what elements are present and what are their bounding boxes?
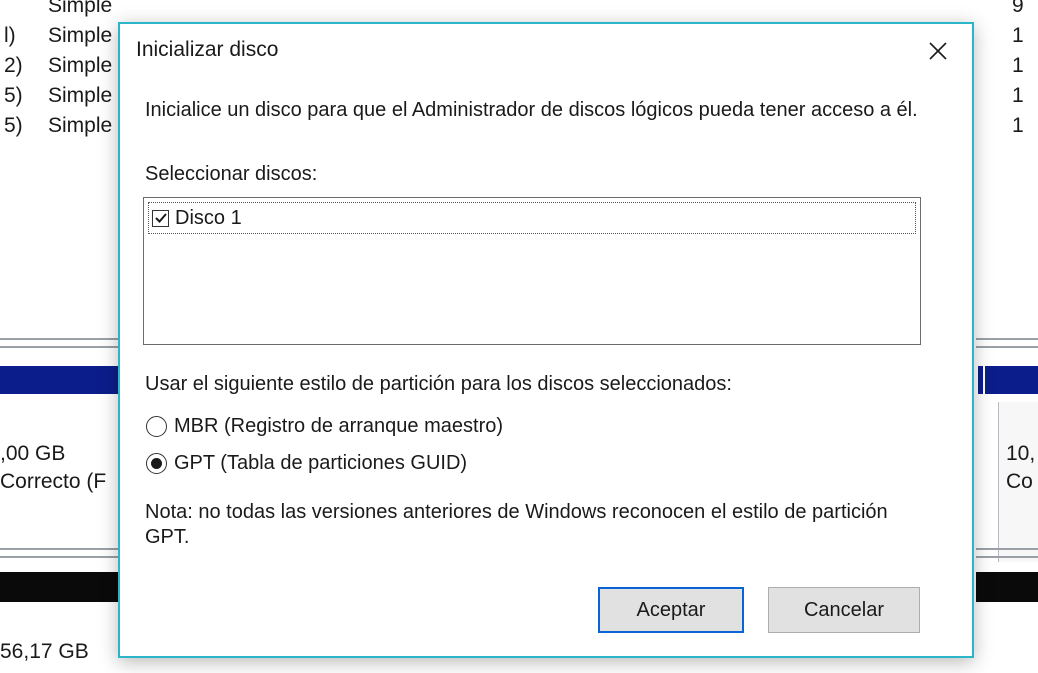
disk-status: Co [1006,470,1033,493]
disk-list-item[interactable]: Disco 1 [148,202,916,234]
partition-style-label: Usar el siguiente estilo de partición pa… [145,373,732,395]
volume-type: Simple [48,24,113,47]
intro-text: Inicialice un disco para que el Administ… [145,99,918,121]
volume-index: l) [4,24,16,47]
accept-button[interactable]: Aceptar [598,587,744,633]
volume-right-value: 1 [1012,54,1024,77]
disk-size: 10, [1006,442,1036,465]
divider [0,346,118,348]
cancel-button[interactable]: Cancelar [768,587,920,633]
divider [976,346,1038,348]
volume-index: 2) [4,54,23,77]
mbr-option[interactable]: MBR (Registro de arranque maestro) [146,415,503,438]
disk-management-screen: Simple 9 l) Simple 1 2) Simple 1 5) Simp… [0,0,1038,673]
volume-right-value: 1 [1012,84,1024,107]
partition-bar[interactable] [0,366,118,394]
divider [0,338,118,340]
volume-index: 5) [4,84,23,107]
divider [976,338,1038,340]
volume-right-value: 9 [1012,0,1024,17]
disk-checkbox[interactable] [152,209,169,227]
divider [0,548,118,550]
volume-index: 5) [4,114,23,137]
dialog-title: Inicializar disco [136,38,279,61]
gpt-option[interactable]: GPT (Tabla de particiones GUID) [146,452,467,475]
radio-selected-dot [151,458,162,469]
unallocated-bar[interactable] [976,572,1038,602]
unallocated-bar[interactable] [0,572,118,602]
divider [0,556,118,558]
dialog-titlebar[interactable]: Inicializar disco [120,24,972,78]
partition-bar[interactable] [978,366,983,394]
disk-size: ,00 GB [0,442,66,465]
partition-bar[interactable] [985,366,1038,394]
disk-label: Disco 1 [175,206,242,229]
divider [976,548,1038,550]
close-button[interactable] [918,32,958,70]
disk-size: 56,17 GB [0,640,89,663]
volume-type: Simple [48,0,113,17]
volume-right-value: 1 [1012,114,1024,137]
disk-status: Correcto (F [0,470,107,493]
divider [976,556,1038,558]
volume-type: Simple [48,114,113,137]
select-disks-label: Seleccionar discos: [145,163,318,185]
volume-right-value: 1 [1012,24,1024,47]
disk-list[interactable]: Disco 1 [143,197,921,345]
mbr-label: MBR (Registro de arranque maestro) [174,415,504,437]
mbr-radio[interactable] [146,416,167,437]
initialize-disk-dialog: Inicializar disco Inicialice un disco pa… [118,22,974,658]
note-text: Nota: no todas las versiones anteriores … [145,501,888,548]
gpt-radio[interactable] [146,453,167,474]
volume-type: Simple [48,54,113,77]
checkmark-icon [154,213,167,223]
volume-type: Simple [48,84,113,107]
close-icon [929,42,947,60]
gpt-label: GPT (Tabla de particiones GUID) [174,452,468,474]
